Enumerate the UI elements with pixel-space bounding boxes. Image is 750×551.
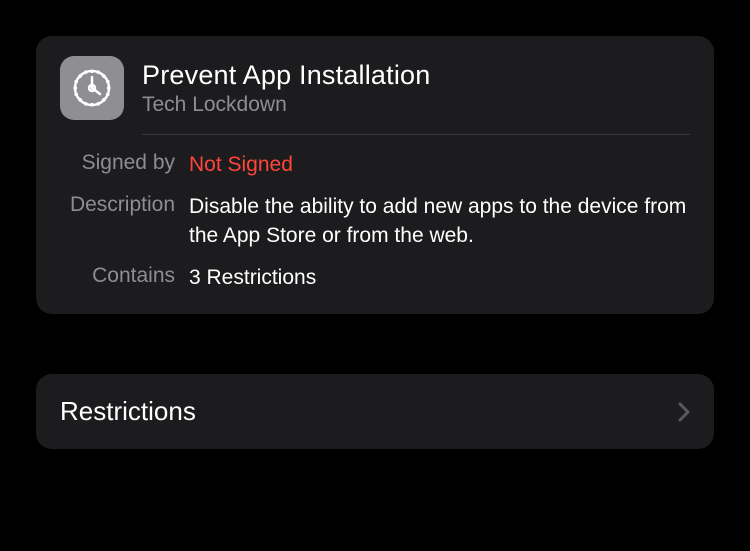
divider [142, 134, 690, 135]
profile-info-card: Prevent App Installation Tech Lockdown S… [36, 36, 714, 314]
description-label: Description [60, 193, 175, 250]
signed-by-row: Signed by Not Signed [60, 151, 690, 179]
contains-row: Contains 3 Restrictions [60, 264, 690, 292]
profile-info-rows: Signed by Not Signed Description Disable… [60, 151, 690, 292]
gear-icon [60, 56, 124, 120]
chevron-right-icon [678, 402, 690, 422]
profile-subtitle: Tech Lockdown [142, 93, 690, 117]
restrictions-label: Restrictions [60, 396, 196, 427]
contains-label: Contains [60, 264, 175, 292]
restrictions-row[interactable]: Restrictions [36, 374, 714, 449]
profile-header: Prevent App Installation Tech Lockdown [60, 56, 690, 120]
contains-value: 3 Restrictions [189, 264, 690, 292]
description-row: Description Disable the ability to add n… [60, 193, 690, 250]
signed-by-label: Signed by [60, 151, 175, 179]
profile-header-text: Prevent App Installation Tech Lockdown [142, 60, 690, 117]
signed-by-value: Not Signed [189, 151, 690, 179]
description-value: Disable the ability to add new apps to t… [189, 193, 690, 250]
profile-title: Prevent App Installation [142, 60, 690, 91]
